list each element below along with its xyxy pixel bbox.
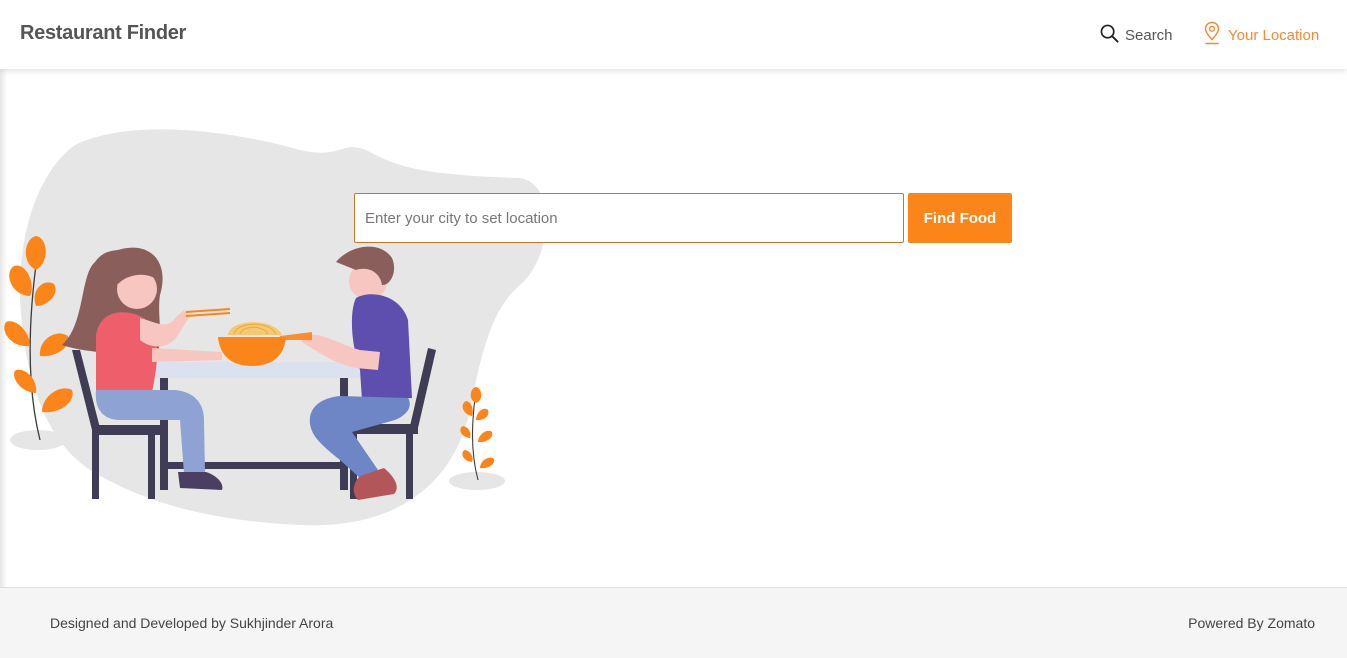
nav-location-link[interactable]: Your Location — [1204, 21, 1320, 49]
nav-location-label: Your Location — [1228, 26, 1320, 44]
navbar: Restaurant Finder Search Your Location — [0, 0, 1347, 69]
search-icon — [1100, 24, 1119, 47]
nav-search-label: Search — [1125, 26, 1173, 44]
city-input[interactable] — [354, 193, 904, 243]
city-search-form: Find Food — [354, 193, 1012, 243]
find-food-button[interactable]: Find Food — [908, 193, 1012, 243]
footer: Designed and Developed by Sukhjinder Aro… — [0, 587, 1347, 658]
footer-powered-by: Powered By Zomato — [1188, 615, 1315, 631]
couple-eating-noodles-illustration — [4, 129, 547, 526]
footer-credit: Designed and Developed by Sukhjinder Aro… — [50, 615, 334, 631]
brand-title[interactable]: Restaurant Finder — [20, 22, 186, 45]
nav-search-link[interactable]: Search — [1100, 24, 1173, 46]
map-pin-icon — [1204, 21, 1220, 49]
